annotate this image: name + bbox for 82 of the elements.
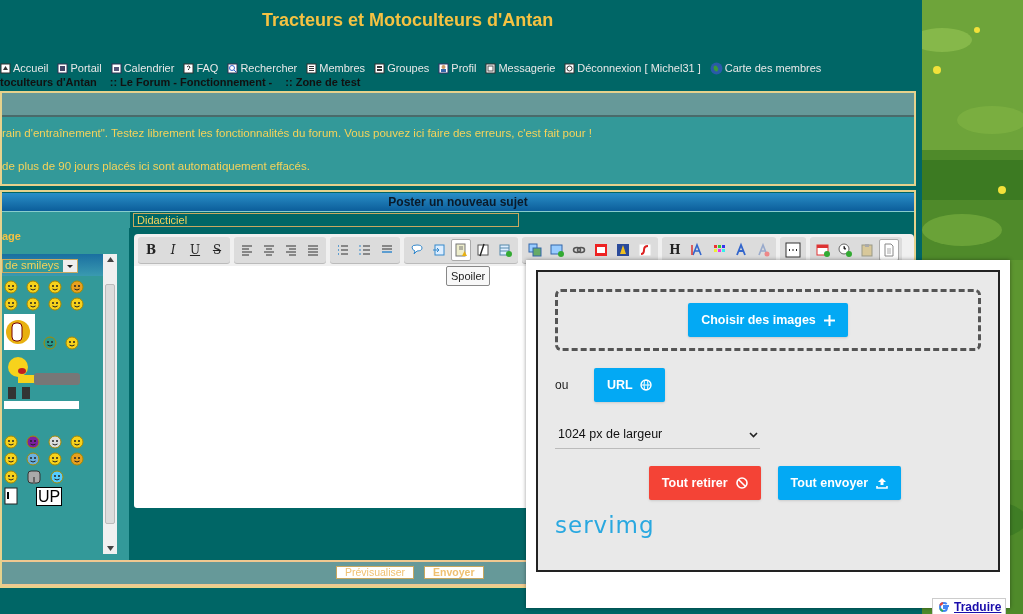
power-icon xyxy=(564,62,576,74)
video-icon xyxy=(593,241,609,258)
smiley-icon[interactable] xyxy=(4,469,18,484)
image-add-icon xyxy=(549,241,565,258)
nav-label[interactable]: Carte des membres xyxy=(724,59,822,77)
scroll-thumb[interactable] xyxy=(105,283,115,524)
clipboard-icon xyxy=(859,241,875,258)
question-icon xyxy=(183,62,195,74)
sign-icon[interactable] xyxy=(4,486,18,505)
subject-field[interactable]: Didacticiel xyxy=(133,212,519,227)
smiley-icon[interactable] xyxy=(70,279,84,294)
format-button[interactable]: S xyxy=(207,238,227,261)
smiley-icon[interactable] xyxy=(4,279,18,294)
scroll-icon xyxy=(431,241,447,258)
smiley-icon[interactable] xyxy=(70,434,84,449)
smiley-icon[interactable] xyxy=(43,335,57,350)
smiley-icon[interactable] xyxy=(4,313,35,350)
page-icon xyxy=(881,241,897,258)
smiley-icon[interactable] xyxy=(65,335,79,350)
smiley-icon[interactable] xyxy=(48,434,62,449)
smiley-icon[interactable] xyxy=(26,451,40,466)
smiley-icon[interactable] xyxy=(4,451,18,466)
smiley-sign[interactable]: UP xyxy=(36,486,63,506)
smiley-icon[interactable] xyxy=(26,279,40,294)
bulb-icon xyxy=(615,241,631,258)
smiley-icon[interactable] xyxy=(50,469,64,484)
smiley-icon[interactable] xyxy=(4,296,18,311)
remove-all-button[interactable]: Tout retirer xyxy=(648,466,761,500)
calendar-add-icon xyxy=(815,241,831,258)
globe-icon xyxy=(709,61,723,75)
google-icon xyxy=(937,600,951,614)
images-icon xyxy=(527,241,543,258)
size-select[interactable]: 1024 px de largeur xyxy=(555,421,760,449)
notice-text: rain d'entraînement". Testez librement les fonctionnalités du forum. Vous pouvez ici faire des erreurs, c'est fait pour ! xyxy=(2,126,593,141)
notice-text: de plus de 90 jours placés ici sont automatiquement effacés. xyxy=(2,159,311,175)
list-icon xyxy=(306,62,318,74)
format-button[interactable]: I xyxy=(163,238,183,261)
upload-icon xyxy=(876,477,889,489)
or-label: ou xyxy=(555,377,570,394)
smiley-icon[interactable] xyxy=(26,296,40,311)
servimg-logo: servimg xyxy=(555,512,655,538)
groups-icon xyxy=(374,62,386,74)
globe-icon xyxy=(639,379,652,391)
nav-label[interactable]: Profil xyxy=(451,59,477,77)
message-label: age xyxy=(2,228,22,244)
search-icon xyxy=(227,62,239,74)
page-icon xyxy=(57,62,69,74)
hidden-text-icon xyxy=(475,241,491,258)
scroll-up-icon[interactable] xyxy=(106,256,114,262)
nav-label[interactable]: Groupes xyxy=(387,59,430,77)
translate-link[interactable]: Traduire xyxy=(932,598,1007,614)
scrollbar[interactable] xyxy=(103,253,117,554)
smiley-icon[interactable] xyxy=(48,296,62,311)
site-title: Tracteurs et Motoculteurs d'Antan xyxy=(262,8,554,32)
flash-icon xyxy=(637,241,653,258)
smiley-icon[interactable] xyxy=(26,434,40,449)
format-button[interactable]: U xyxy=(185,238,205,261)
smiley-icon[interactable] xyxy=(70,296,84,311)
format-button[interactable]: B xyxy=(141,238,161,261)
tooltip: Spoiler xyxy=(446,265,491,286)
clock-add-icon xyxy=(837,241,853,258)
calendar-icon xyxy=(110,62,122,74)
clear-format-icon xyxy=(755,241,771,258)
plus-icon xyxy=(823,314,835,326)
font-color-icon xyxy=(689,241,705,258)
nav-label[interactable]: Messagerie xyxy=(498,59,556,77)
ban-icon xyxy=(735,477,748,489)
person-icon xyxy=(438,62,450,74)
nav-label[interactable]: Déconnexion [ Michel31 ] xyxy=(577,59,701,77)
font-icon xyxy=(733,241,749,258)
document-warning-icon xyxy=(453,241,469,258)
chevron-down-icon xyxy=(749,431,758,438)
more-icon xyxy=(785,241,801,258)
smiley-icon[interactable] xyxy=(48,279,62,294)
scroll-down-icon[interactable] xyxy=(106,545,114,551)
format-button[interactable]: H xyxy=(665,238,685,261)
form-header: Poster un nouveau sujet xyxy=(2,192,914,211)
house-icon xyxy=(0,62,11,74)
table-add-icon xyxy=(497,241,513,258)
smiley-icon[interactable] xyxy=(4,434,18,449)
smiley-icon[interactable] xyxy=(48,451,62,466)
smiley-icon[interactable] xyxy=(70,451,84,466)
